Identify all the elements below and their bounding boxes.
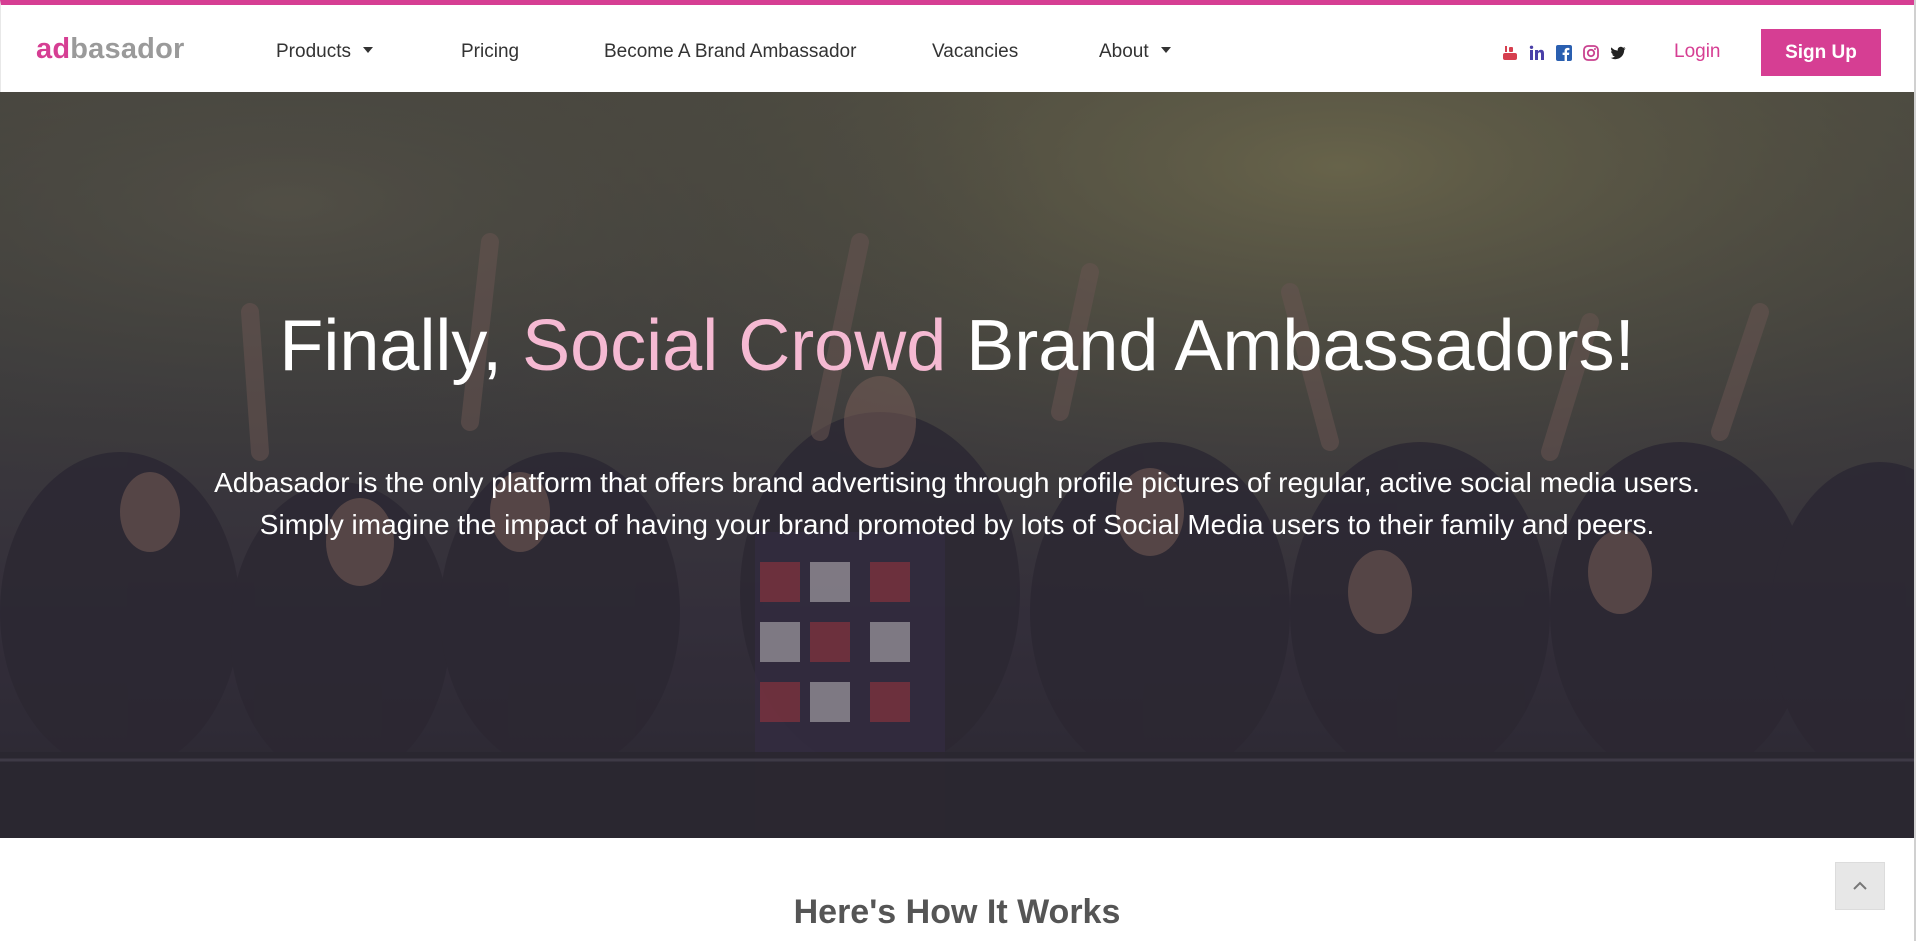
hero-description-line1: Adbasador is the only platform that offe… bbox=[214, 467, 1700, 498]
nav-item-vacancies-label: Vacancies bbox=[932, 41, 1019, 62]
logo-part-ad: ad bbox=[36, 33, 71, 65]
nav-item-about[interactable]: About bbox=[1099, 41, 1171, 63]
nav-item-products-label: Products bbox=[276, 41, 351, 62]
nav-item-become-ambassador[interactable]: Become A Brand Ambassador bbox=[604, 41, 856, 63]
hero-title-part2: Brand Ambassadors! bbox=[946, 306, 1635, 386]
signup-button[interactable]: Sign Up bbox=[1761, 29, 1881, 76]
youtube-icon[interactable] bbox=[1501, 44, 1519, 62]
logo-part-basador: basador bbox=[70, 33, 185, 65]
hero-description: Adbasador is the only platform that offe… bbox=[0, 462, 1914, 546]
back-to-top-button[interactable] bbox=[1835, 862, 1885, 910]
hero-title-part1: Finally, bbox=[279, 306, 523, 386]
top-navbar: adbasador Products Pricing Become A Bran… bbox=[0, 0, 1914, 92]
hero-title-accent: Social Crowd bbox=[522, 306, 947, 386]
login-link[interactable]: Login bbox=[1674, 41, 1721, 63]
nav-item-vacancies[interactable]: Vacancies bbox=[932, 41, 1018, 63]
logo[interactable]: adbasador bbox=[36, 33, 184, 66]
caret-down-icon bbox=[362, 46, 373, 53]
social-links bbox=[1501, 44, 1636, 62]
nav-item-products[interactable]: Products bbox=[276, 41, 373, 63]
hero-section: Finally, Social Crowd Brand Ambassadors!… bbox=[0, 92, 1914, 838]
nav-item-about-label: About bbox=[1099, 41, 1149, 62]
caret-down-icon bbox=[1160, 46, 1171, 53]
nav-item-pricing[interactable]: Pricing bbox=[461, 41, 519, 63]
nav-item-become-ambassador-label: Become A Brand Ambassador bbox=[604, 41, 857, 62]
chevron-up-icon bbox=[1853, 881, 1867, 890]
twitter-icon[interactable] bbox=[1609, 44, 1627, 62]
how-it-works-heading: Here's How It Works bbox=[793, 893, 1121, 931]
hero-title: Finally, Social Crowd Brand Ambassadors! bbox=[0, 305, 1914, 387]
hero-description-line2: Simply imagine the impact of having your… bbox=[259, 509, 1655, 540]
nav-item-pricing-label: Pricing bbox=[461, 41, 520, 62]
instagram-icon[interactable] bbox=[1582, 44, 1600, 62]
linkedin-icon[interactable] bbox=[1528, 44, 1546, 62]
facebook-icon[interactable] bbox=[1555, 44, 1573, 62]
page: adbasador Products Pricing Become A Bran… bbox=[0, 0, 1916, 941]
